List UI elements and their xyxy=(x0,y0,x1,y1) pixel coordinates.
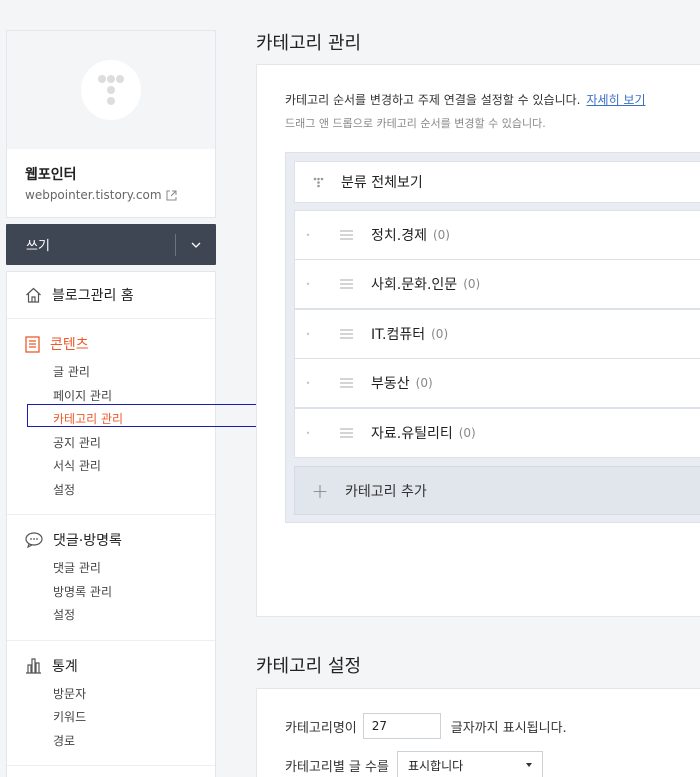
menu-item-keywords[interactable]: 키워드 xyxy=(7,706,215,730)
external-link-icon xyxy=(166,190,177,200)
category-count: (0) xyxy=(463,277,481,291)
selection-highlight xyxy=(27,404,275,427)
blog-url-text: webpointer.tistory.com xyxy=(25,188,162,202)
name-length-input[interactable] xyxy=(362,713,441,739)
category-count: (0) xyxy=(431,327,449,341)
tistory-small-icon xyxy=(295,177,341,188)
category-settings-panel: 카테고리명이 글자까지 표시됩니다. 카테고리별 글 수를 표시합니다 xyxy=(256,688,700,777)
dot-icon: • xyxy=(305,378,311,388)
profile-image-area[interactable] xyxy=(7,31,215,149)
drag-handle-icon[interactable] xyxy=(321,230,371,240)
menu-section-stats: 통계 방문자 키워드 경로 xyxy=(7,641,215,766)
menu-item-posts[interactable]: 글 관리 xyxy=(7,361,215,385)
plus-icon: + xyxy=(311,478,329,503)
write-button-group: 쓰기 xyxy=(6,224,216,265)
category-management-panel: 카테고리 순서를 변경하고 주제 연결을 설정할 수 있습니다. 자세히 보기 드… xyxy=(256,64,700,617)
category-row[interactable]: • 정치.경제 (0) xyxy=(294,210,700,260)
category-all-row[interactable]: 분류 전체보기 xyxy=(294,161,700,203)
section-head-comments[interactable]: 댓글·방명록 xyxy=(7,529,215,551)
dot-icon: • xyxy=(305,329,311,339)
page-title: 카테고리 관리 xyxy=(256,33,362,54)
home-icon xyxy=(26,287,41,303)
drag-hint: 드래그 앤 드롭으로 카테고리 순서를 변경할 수 있습니다. xyxy=(285,117,546,130)
drag-handle-icon[interactable] xyxy=(321,329,371,339)
menu-section-comments: 댓글·방명록 댓글 관리 방명록 관리 설정 xyxy=(7,515,215,641)
drag-handle-icon[interactable] xyxy=(321,279,371,289)
menu-home[interactable]: 블로그관리 홈 xyxy=(7,272,215,319)
category-list: 분류 전체보기 • 정치.경제 (0) • 사회.문화.인문 (0) • IT.… xyxy=(285,152,700,523)
category-row[interactable]: • 자료.유틸리티 (0) xyxy=(294,408,700,458)
menu-item-visitors[interactable]: 방문자 xyxy=(7,683,215,707)
category-name: 사회.문화.인문 xyxy=(371,277,458,293)
name-length-row: 카테고리명이 글자까지 표시됩니다. xyxy=(285,713,567,739)
category-row[interactable]: • 사회.문화.인문 (0) xyxy=(294,259,700,309)
speech-bubble-icon xyxy=(25,532,43,548)
category-name: 정치.경제 xyxy=(371,228,427,244)
post-count-label: 카테고리별 글 수를 xyxy=(285,759,389,775)
tistory-logo-icon xyxy=(81,60,141,120)
profile-card: 웹포인터 webpointer.tistory.com xyxy=(6,30,216,218)
section-title: 댓글·방명록 xyxy=(53,533,122,549)
category-name: 자료.유틸리티 xyxy=(371,426,453,442)
dot-icon: • xyxy=(305,279,311,289)
menu-item-comments[interactable]: 댓글 관리 xyxy=(7,557,215,581)
menu-item-guestbook[interactable]: 방명록 관리 xyxy=(7,581,215,605)
menu-item-templates[interactable]: 서식 관리 xyxy=(7,455,215,479)
category-count: (0) xyxy=(415,376,433,390)
menu-home-label: 블로그관리 홈 xyxy=(52,288,134,304)
category-row[interactable]: • IT.컴퓨터 (0) xyxy=(294,309,700,359)
section-title: 통계 xyxy=(52,658,78,675)
settings-title: 카테고리 설정 xyxy=(256,656,362,677)
section-title: 콘텐츠 xyxy=(50,337,89,353)
write-dropdown-button[interactable] xyxy=(176,242,216,248)
menu-item-content-settings[interactable]: 설정 xyxy=(7,479,215,503)
category-row[interactable]: • 부동산 (0) xyxy=(294,358,700,408)
document-icon xyxy=(25,335,40,353)
menu-item-referrers[interactable]: 경로 xyxy=(7,730,215,754)
category-name: IT.컴퓨터 xyxy=(371,327,426,343)
section-head-contents[interactable]: 콘텐츠 xyxy=(7,333,215,355)
add-category-label: 카테고리 추가 xyxy=(345,483,427,500)
drag-handle-icon[interactable] xyxy=(321,378,371,388)
bar-chart-icon xyxy=(26,658,41,674)
caret-down-icon xyxy=(525,763,532,767)
category-count: (0) xyxy=(458,426,476,440)
category-name: 부동산 xyxy=(371,376,410,392)
blog-url-link[interactable]: webpointer.tistory.com xyxy=(25,188,177,202)
dot-icon: • xyxy=(305,230,311,240)
description-text: 카테고리 순서를 변경하고 주제 연결을 설정할 수 있습니다. xyxy=(285,93,581,107)
menu-item-comment-settings[interactable]: 설정 xyxy=(7,604,215,628)
sidebar-menu: 블로그관리 홈 콘텐츠 글 관리 페이지 관리 카테고리 관리 공지 관리 서식… xyxy=(6,271,216,777)
category-description: 카테고리 순서를 변경하고 주제 연결을 설정할 수 있습니다. 자세히 보기 xyxy=(285,91,646,108)
blog-name[interactable]: 웹포인터 xyxy=(25,164,77,184)
drag-handle-icon[interactable] xyxy=(321,428,371,438)
name-length-label: 카테고리명이 xyxy=(285,720,357,736)
post-count-row: 카테고리별 글 수를 표시합니다 xyxy=(285,751,543,777)
menu-item-notices[interactable]: 공지 관리 xyxy=(7,432,215,456)
category-count: (0) xyxy=(432,228,450,242)
post-count-select[interactable]: 표시합니다 xyxy=(396,751,543,777)
more-info-link[interactable]: 자세히 보기 xyxy=(586,93,645,107)
post-count-value: 표시합니다 xyxy=(407,758,464,773)
category-all-label: 분류 전체보기 xyxy=(341,175,423,191)
chevron-down-icon xyxy=(191,242,201,248)
write-button[interactable]: 쓰기 xyxy=(6,235,175,254)
section-head-stats[interactable]: 통계 xyxy=(7,655,215,677)
dot-icon: • xyxy=(305,428,311,438)
add-category-button[interactable]: + 카테고리 추가 xyxy=(294,466,700,515)
name-length-suffix: 글자까지 표시됩니다. xyxy=(450,720,567,736)
